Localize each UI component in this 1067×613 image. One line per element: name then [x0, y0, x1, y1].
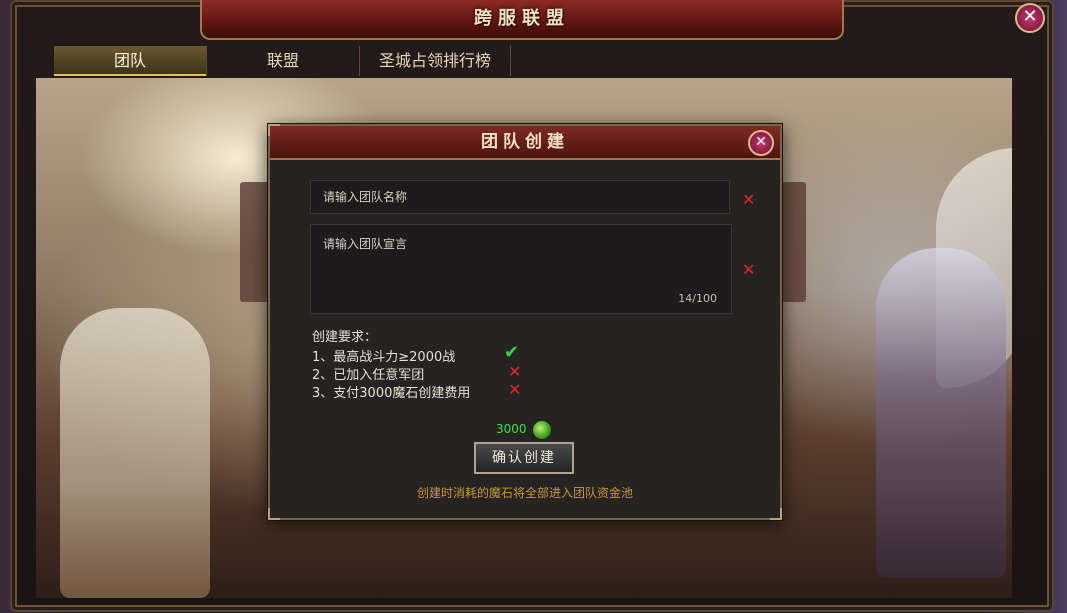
requirement-unmet-icon: ✕ — [508, 380, 522, 399]
game-window-root: 跨服联盟 ✕ 团队 联盟 圣城占领排行榜 团队创建 ✕ 请输入团队名称 ✕ 请输… — [0, 0, 1067, 613]
character-right-art — [876, 248, 1006, 578]
requirements-title: 创建要求： — [312, 330, 378, 345]
dialog-close-icon[interactable]: ✕ — [748, 130, 774, 156]
dialog-corner-ornament — [268, 508, 280, 520]
magic-stone-icon — [532, 420, 552, 440]
team-declaration-input[interactable]: 请输入团队宣言 14/100 — [310, 224, 732, 314]
declaration-invalid-icon: ✕ — [742, 260, 756, 279]
requirement-unmet-icon: ✕ — [508, 362, 522, 381]
character-left-art — [60, 308, 210, 598]
fund-pool-note: 创建时消耗的魔石将全部进入团队资金池 — [416, 486, 633, 500]
requirement-item: 3、支付3000魔石创建费用 — [312, 386, 471, 401]
team-name-placeholder: 请输入团队名称 — [323, 190, 408, 204]
window-title-bar: 跨服联盟 — [200, 0, 844, 40]
dialog-title: 团队创建 — [481, 132, 569, 152]
requirement-met-check-icon: ✔ — [504, 342, 520, 363]
team-declaration-placeholder: 请输入团队宣言 — [323, 237, 408, 251]
name-invalid-icon: ✕ — [742, 190, 756, 209]
confirm-create-button[interactable]: 确认创建 — [474, 442, 574, 474]
declaration-char-counter: 14/100 — [678, 292, 717, 305]
dialog-corner-ornament — [770, 508, 782, 520]
window-close-icon[interactable]: ✕ — [1015, 3, 1045, 33]
tab-holy-city-ranking[interactable]: 圣城占领排行榜 — [360, 46, 511, 76]
dialog-title-bar: 团队创建 — [270, 126, 780, 160]
create-team-dialog: 团队创建 ✕ 请输入团队名称 ✕ 请输入团队宣言 14/100 ✕ 创建要求： … — [268, 124, 782, 520]
tab-team[interactable]: 团队 — [54, 46, 207, 76]
tab-bar: 团队 联盟 圣城占领排行榜 — [54, 46, 511, 76]
requirement-item: 2、已加入任意军团 — [312, 368, 425, 383]
requirement-item: 1、最高战斗力≥2000战 — [312, 350, 456, 365]
team-name-input[interactable]: 请输入团队名称 — [310, 180, 730, 214]
tab-alliance[interactable]: 联盟 — [207, 46, 360, 76]
background-panel-left — [240, 182, 270, 302]
creation-cost-amount: 3000 — [496, 422, 527, 436]
window-title: 跨服联盟 — [474, 8, 570, 29]
